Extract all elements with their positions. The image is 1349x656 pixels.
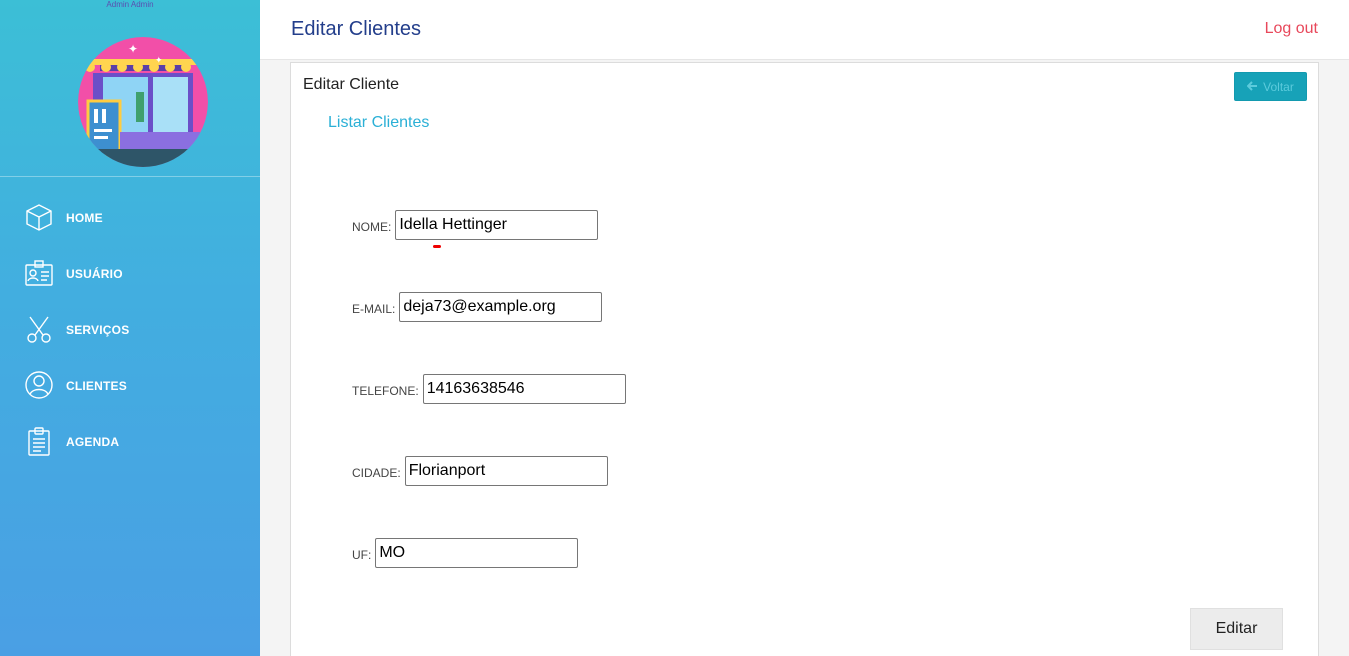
list-clients-link[interactable]: Listar Clientes — [328, 114, 429, 132]
uf-input[interactable] — [375, 538, 579, 568]
box-icon — [24, 202, 54, 232]
uf-label: UF: — [352, 548, 372, 562]
sidebar-item-home[interactable]: HOME — [0, 190, 260, 246]
sidebar-item-label: HOME — [66, 211, 103, 225]
email-input[interactable] — [399, 292, 603, 322]
sidebar: Admin Admin ✦ ✦ HOME USUÁRIO SERVIÇOS CL… — [0, 0, 260, 656]
sidebar-divider — [0, 176, 260, 177]
scissors-icon — [24, 314, 54, 344]
telefone-input[interactable] — [422, 374, 626, 404]
back-button[interactable]: Voltar — [1234, 72, 1307, 101]
card-title: Editar Cliente — [303, 76, 400, 93]
sidebar-user-name: Admin Admin — [106, 0, 154, 9]
sidebar-item-usuario[interactable]: USUÁRIO — [0, 246, 260, 302]
telefone-field-row: TELEFONE: — [352, 374, 626, 404]
logout-link[interactable]: Log out — [1265, 20, 1318, 38]
svg-text:✦: ✦ — [155, 56, 163, 66]
nome-field-row: NOME: — [352, 210, 599, 240]
sidebar-item-servicos[interactable]: SERVIÇOS — [0, 302, 260, 358]
edit-client-card: Editar Cliente Voltar Listar Clientes NO… — [290, 62, 1319, 656]
cidade-field-row: CIDADE: — [352, 456, 608, 486]
sidebar-item-clientes[interactable]: CLIENTES — [0, 358, 260, 414]
top-header: Editar Clientes Log out — [260, 0, 1349, 60]
cidade-label: CIDADE: — [352, 466, 401, 480]
back-button-label: Voltar — [1263, 79, 1294, 94]
sidebar-item-agenda[interactable]: AGENDA — [0, 414, 260, 470]
sidebar-item-label: AGENDA — [66, 435, 120, 449]
nome-label: NOME: — [352, 220, 392, 234]
sidebar-nav: HOME USUÁRIO SERVIÇOS CLIENTES AGENDA — [0, 190, 260, 470]
clipboard-icon — [24, 426, 54, 456]
sidebar-item-label: SERVIÇOS — [66, 323, 130, 337]
id-card-icon — [24, 258, 54, 288]
sidebar-item-label: USUÁRIO — [66, 267, 123, 281]
user-circle-icon — [24, 370, 54, 400]
nome-input[interactable] — [395, 210, 599, 240]
svg-text:✦: ✦ — [128, 42, 138, 56]
arrow-left-icon — [1246, 80, 1258, 94]
page-title: Editar Clientes — [291, 18, 422, 40]
store-logo: ✦ ✦ — [78, 37, 208, 167]
spellcheck-marker — [433, 245, 441, 248]
telefone-label: TELEFONE: — [352, 384, 419, 398]
sidebar-item-label: CLIENTES — [66, 379, 127, 393]
email-field-row: E-MAIL: — [352, 292, 603, 322]
uf-field-row: UF: — [352, 538, 579, 568]
cidade-input[interactable] — [404, 456, 608, 486]
edit-submit-button[interactable]: Editar — [1190, 608, 1283, 650]
email-label: E-MAIL: — [352, 302, 396, 316]
